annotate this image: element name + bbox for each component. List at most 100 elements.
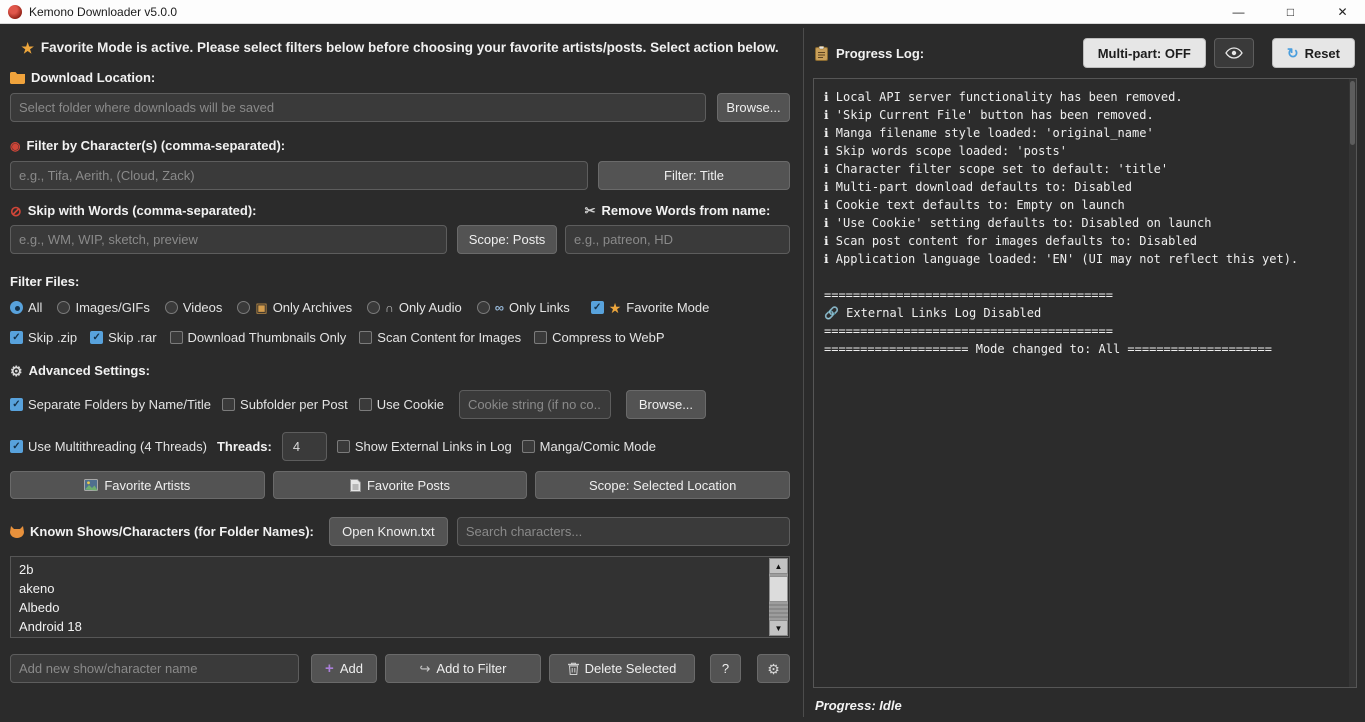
add-character-input[interactable] xyxy=(10,654,299,683)
checkbox-favorite-mode[interactable]: ★ Favorite Mode xyxy=(591,300,710,315)
checkbox-separate-folders[interactable]: Separate Folders by Name/Title xyxy=(10,397,211,412)
search-characters-input[interactable] xyxy=(457,517,790,546)
character-filter-label-text: Filter by Character(s) (comma-separated)… xyxy=(26,138,285,153)
plus-icon: + xyxy=(325,661,334,676)
checkbox-label: Separate Folders by Name/Title xyxy=(28,397,211,412)
multipart-toggle-button[interactable]: Multi-part: OFF xyxy=(1083,38,1206,68)
scope-selected-location-button[interactable]: Scope: Selected Location xyxy=(535,471,790,499)
checkbox-show-external-links[interactable]: Show External Links in Log xyxy=(337,439,512,454)
radio-filter-archives[interactable]: ▣ Only Archives xyxy=(237,300,352,315)
checkbox-manga-mode[interactable]: Manga/Comic Mode xyxy=(522,439,656,454)
add-to-filter-icon: ↪ xyxy=(420,662,431,675)
folder-icon xyxy=(10,72,25,84)
delete-selected-button[interactable]: Delete Selected xyxy=(549,654,695,683)
settings-button[interactable]: ⚙ xyxy=(757,654,790,683)
list-scrollbar[interactable]: ▲ ▼ xyxy=(769,558,788,636)
skip-scope-button[interactable]: Scope: Posts xyxy=(457,225,557,254)
radio-label: Videos xyxy=(183,300,223,315)
skip-words-label-text: Skip with Words (comma-separated): xyxy=(28,203,257,218)
progress-status: Progress: Idle xyxy=(815,698,1355,713)
list-item[interactable]: 2b xyxy=(11,560,789,579)
eye-icon xyxy=(1225,47,1243,59)
radio-indicator xyxy=(367,301,380,314)
checkbox-thumbnails-only[interactable]: Download Thumbnails Only xyxy=(170,330,347,345)
browse-download-button[interactable]: Browse... xyxy=(717,93,790,122)
checkbox-use-cookie[interactable]: Use Cookie xyxy=(359,397,444,412)
reset-button[interactable]: ↻ Reset xyxy=(1272,38,1355,68)
document-icon xyxy=(350,479,361,492)
radio-filter-audio[interactable]: ∩ Only Audio xyxy=(367,300,462,315)
log-scrollbar[interactable] xyxy=(1349,79,1356,687)
list-item[interactable]: Android 21 xyxy=(11,636,789,638)
checkbox-label: Subfolder per Post xyxy=(240,397,348,412)
main-left-panel: ★ Favorite Mode is active. Please select… xyxy=(0,24,800,721)
radio-label: Only Links xyxy=(509,300,570,315)
checkbox-label: Download Thumbnails Only xyxy=(188,330,347,345)
checkbox-label: Skip .rar xyxy=(108,330,156,345)
filter-scope-button[interactable]: Filter: Title xyxy=(598,161,790,190)
notice-text: Favorite Mode is active. Please select f… xyxy=(41,40,779,55)
close-button[interactable]: ✕ xyxy=(1320,0,1365,23)
checkbox-skip-rar[interactable]: Skip .rar xyxy=(90,330,156,345)
radio-label: Only Archives xyxy=(273,300,352,315)
radio-filter-links[interactable]: ∞ Only Links xyxy=(477,300,570,315)
radio-indicator xyxy=(10,301,23,314)
gear-icon: ⚙ xyxy=(767,662,780,676)
radio-indicator xyxy=(477,301,490,314)
checkbox-indicator xyxy=(90,331,103,344)
known-characters-list[interactable]: 2b akeno Albedo Android 18 Android 21 ▲ … xyxy=(10,556,790,638)
radio-filter-all[interactable]: All xyxy=(10,300,42,315)
open-known-txt-button[interactable]: Open Known.txt xyxy=(329,517,448,546)
checkbox-subfolder-per-post[interactable]: Subfolder per Post xyxy=(222,397,348,412)
favorite-artists-label: Favorite Artists xyxy=(104,478,190,493)
cookie-string-input[interactable] xyxy=(459,390,611,419)
character-filter-input[interactable] xyxy=(10,161,588,190)
scrollbar-down-button[interactable]: ▼ xyxy=(769,620,788,636)
checkbox-label: Show External Links in Log xyxy=(355,439,512,454)
delete-selected-label: Delete Selected xyxy=(585,661,677,676)
download-location-label-text: Download Location: xyxy=(31,70,155,85)
radio-filter-images[interactable]: Images/GIFs xyxy=(57,300,149,315)
window-titlebar[interactable]: Kemono Downloader v5.0.0 — □ ✕ xyxy=(0,0,1365,24)
list-item[interactable]: Android 18 xyxy=(11,617,789,636)
panel-splitter[interactable] xyxy=(800,24,807,721)
scrollbar-up-button[interactable]: ▲ xyxy=(769,558,788,574)
checkbox-indicator xyxy=(10,331,23,344)
help-button[interactable]: ? xyxy=(710,654,741,683)
checkbox-multithreading[interactable]: Use Multithreading (4 Threads) xyxy=(10,439,207,454)
favorite-artists-button[interactable]: Favorite Artists xyxy=(10,471,265,499)
checkbox-compress-webp[interactable]: Compress to WebP xyxy=(534,330,664,345)
add-to-filter-button[interactable]: ↪ Add to Filter xyxy=(385,654,541,683)
scrollbar-thumb[interactable] xyxy=(769,576,788,602)
remove-words-input[interactable] xyxy=(565,225,790,254)
threads-count-input[interactable] xyxy=(282,432,327,461)
favorite-posts-button[interactable]: Favorite Posts xyxy=(273,471,528,499)
radio-label: Images/GIFs xyxy=(75,300,149,315)
skip-words-label: ⊘ Skip with Words (comma-separated): xyxy=(10,203,256,218)
browse-cookie-button[interactable]: Browse... xyxy=(626,390,706,419)
log-text: ℹ Local API server functionality has bee… xyxy=(814,79,1356,367)
checkbox-label: Use Cookie xyxy=(377,397,444,412)
download-location-input[interactable] xyxy=(10,93,706,122)
checkbox-indicator xyxy=(10,440,23,453)
filter-files-label-text: Filter Files: xyxy=(10,274,79,289)
progress-log-area[interactable]: ℹ Local API server functionality has bee… xyxy=(813,78,1357,688)
picture-icon xyxy=(84,479,98,491)
add-character-button[interactable]: + Add xyxy=(311,654,377,683)
character-filter-label: ◉ Filter by Character(s) (comma-separate… xyxy=(10,138,790,153)
checkbox-label: Use Multithreading (4 Threads) xyxy=(28,439,207,454)
checkbox-skip-zip[interactable]: Skip .zip xyxy=(10,330,77,345)
archive-icon: ▣ xyxy=(255,301,267,314)
checkbox-indicator xyxy=(170,331,183,344)
list-item[interactable]: Albedo xyxy=(11,598,789,617)
eye-toggle-button[interactable] xyxy=(1214,38,1254,68)
radio-indicator xyxy=(57,301,70,314)
maximize-button[interactable]: □ xyxy=(1268,0,1313,23)
skip-words-input[interactable] xyxy=(10,225,447,254)
checkbox-scan-content[interactable]: Scan Content for Images xyxy=(359,330,521,345)
minimize-button[interactable]: — xyxy=(1216,0,1261,23)
scrollbar-track[interactable] xyxy=(769,574,788,620)
radio-filter-videos[interactable]: Videos xyxy=(165,300,223,315)
list-item[interactable]: akeno xyxy=(11,579,789,598)
checkbox-indicator xyxy=(337,440,350,453)
